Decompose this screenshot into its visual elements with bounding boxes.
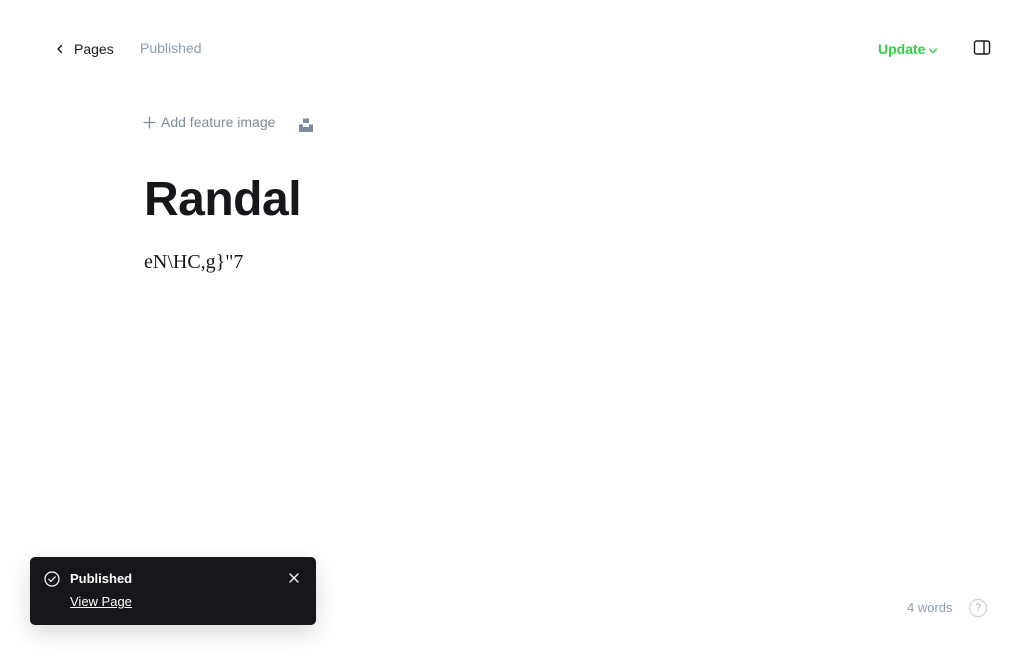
help-symbol: ? [974, 602, 982, 614]
post-title[interactable]: Randal [144, 172, 302, 228]
word-count: 4 words [907, 600, 953, 615]
published-toast: Published View Page [30, 557, 316, 625]
sidebar-toggle-icon[interactable] [972, 39, 992, 57]
add-feature-image-button[interactable]: Add feature image [143, 114, 275, 130]
post-body-paragraph[interactable]: eN\HC,g}"7 [144, 248, 243, 276]
check-circle-icon [44, 571, 60, 587]
update-button-label: Update [878, 41, 926, 57]
chevron-left-icon [57, 44, 63, 54]
close-icon[interactable] [288, 572, 300, 584]
toast-title: Published [70, 571, 133, 586]
post-status: Published [140, 40, 202, 56]
editor-page: Pages Published Update Add feature image… [0, 0, 1028, 655]
back-to-pages-link[interactable]: Pages [54, 38, 114, 60]
back-link-label: Pages [74, 41, 114, 57]
update-button[interactable]: Update [878, 38, 938, 60]
add-feature-image-label: Add feature image [161, 114, 276, 130]
help-icon[interactable]: ? [969, 599, 987, 617]
unsplash-icon[interactable] [298, 117, 314, 133]
view-page-link[interactable]: View Page [70, 594, 132, 609]
feature-image-controls: Add feature image [143, 114, 313, 132]
chevron-down-icon [929, 47, 938, 53]
plus-icon [143, 115, 156, 129]
